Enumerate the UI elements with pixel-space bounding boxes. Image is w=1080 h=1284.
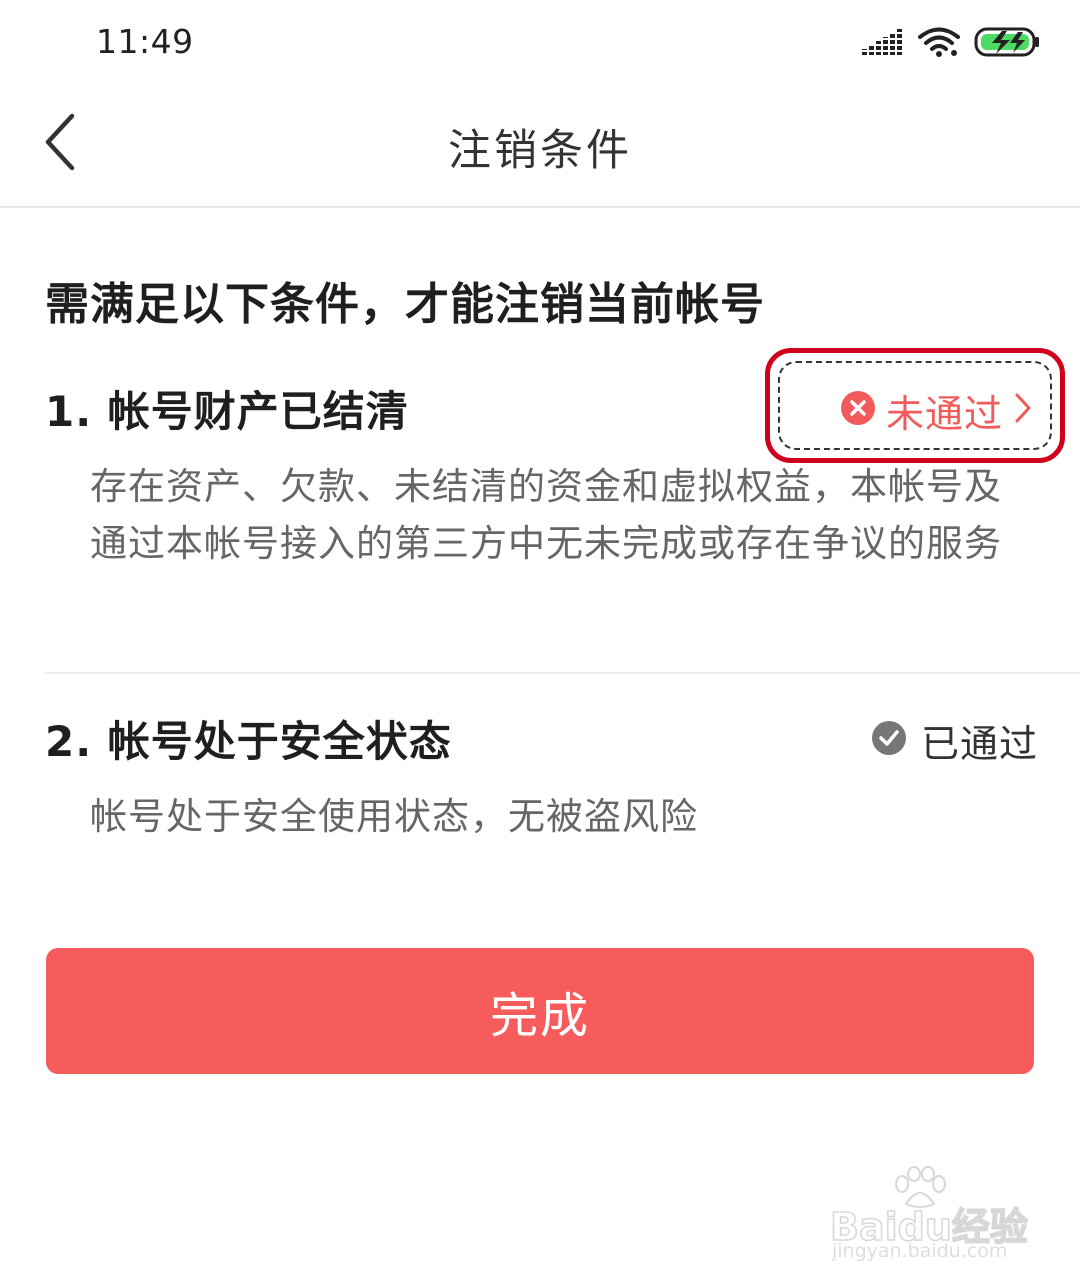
baidu-watermark: Baidu经验 jingyan.baidu.com (820, 1166, 1040, 1266)
divider (45, 672, 1080, 674)
nav-bar: 注销条件 (0, 86, 1080, 208)
watermark-url: jingyan.baidu.com (832, 1240, 1008, 1262)
error-circle-icon (840, 390, 876, 430)
page-title: 注销条件 (448, 126, 632, 176)
condition-status-fail[interactable]: 未通过 (840, 382, 1033, 438)
status-time: 11:49 (96, 22, 194, 61)
condition-title: 2. 帐号处于安全状态 (45, 717, 452, 766)
condition-description: 存在资产、欠款、未结清的资金和虚拟权益，本帐号及通过本帐号接入的第三方中无未完成… (90, 465, 1002, 565)
condition-status-pass: 已通过 (871, 712, 1038, 768)
condition-title: 1. 帐号财产已结清 (45, 387, 409, 436)
done-button[interactable]: 完成 (46, 948, 1034, 1074)
status-bar: 11:49 (0, 0, 1080, 86)
status-pass-label: 已通过 (920, 721, 1038, 766)
section-heading: 需满足以下条件，才能注销当前帐号 (45, 279, 765, 330)
done-button-label: 完成 (489, 988, 590, 1044)
status-fail-label: 未通过 (886, 391, 1004, 436)
check-circle-icon (871, 720, 907, 760)
chevron-right-icon (1013, 390, 1033, 430)
wifi-icon (918, 26, 960, 62)
status-icons (862, 24, 1040, 64)
condition-description: 帐号处于安全使用状态，无被盗风险 (90, 795, 698, 838)
signal-icon (862, 27, 904, 61)
battery-icon (974, 26, 1040, 62)
